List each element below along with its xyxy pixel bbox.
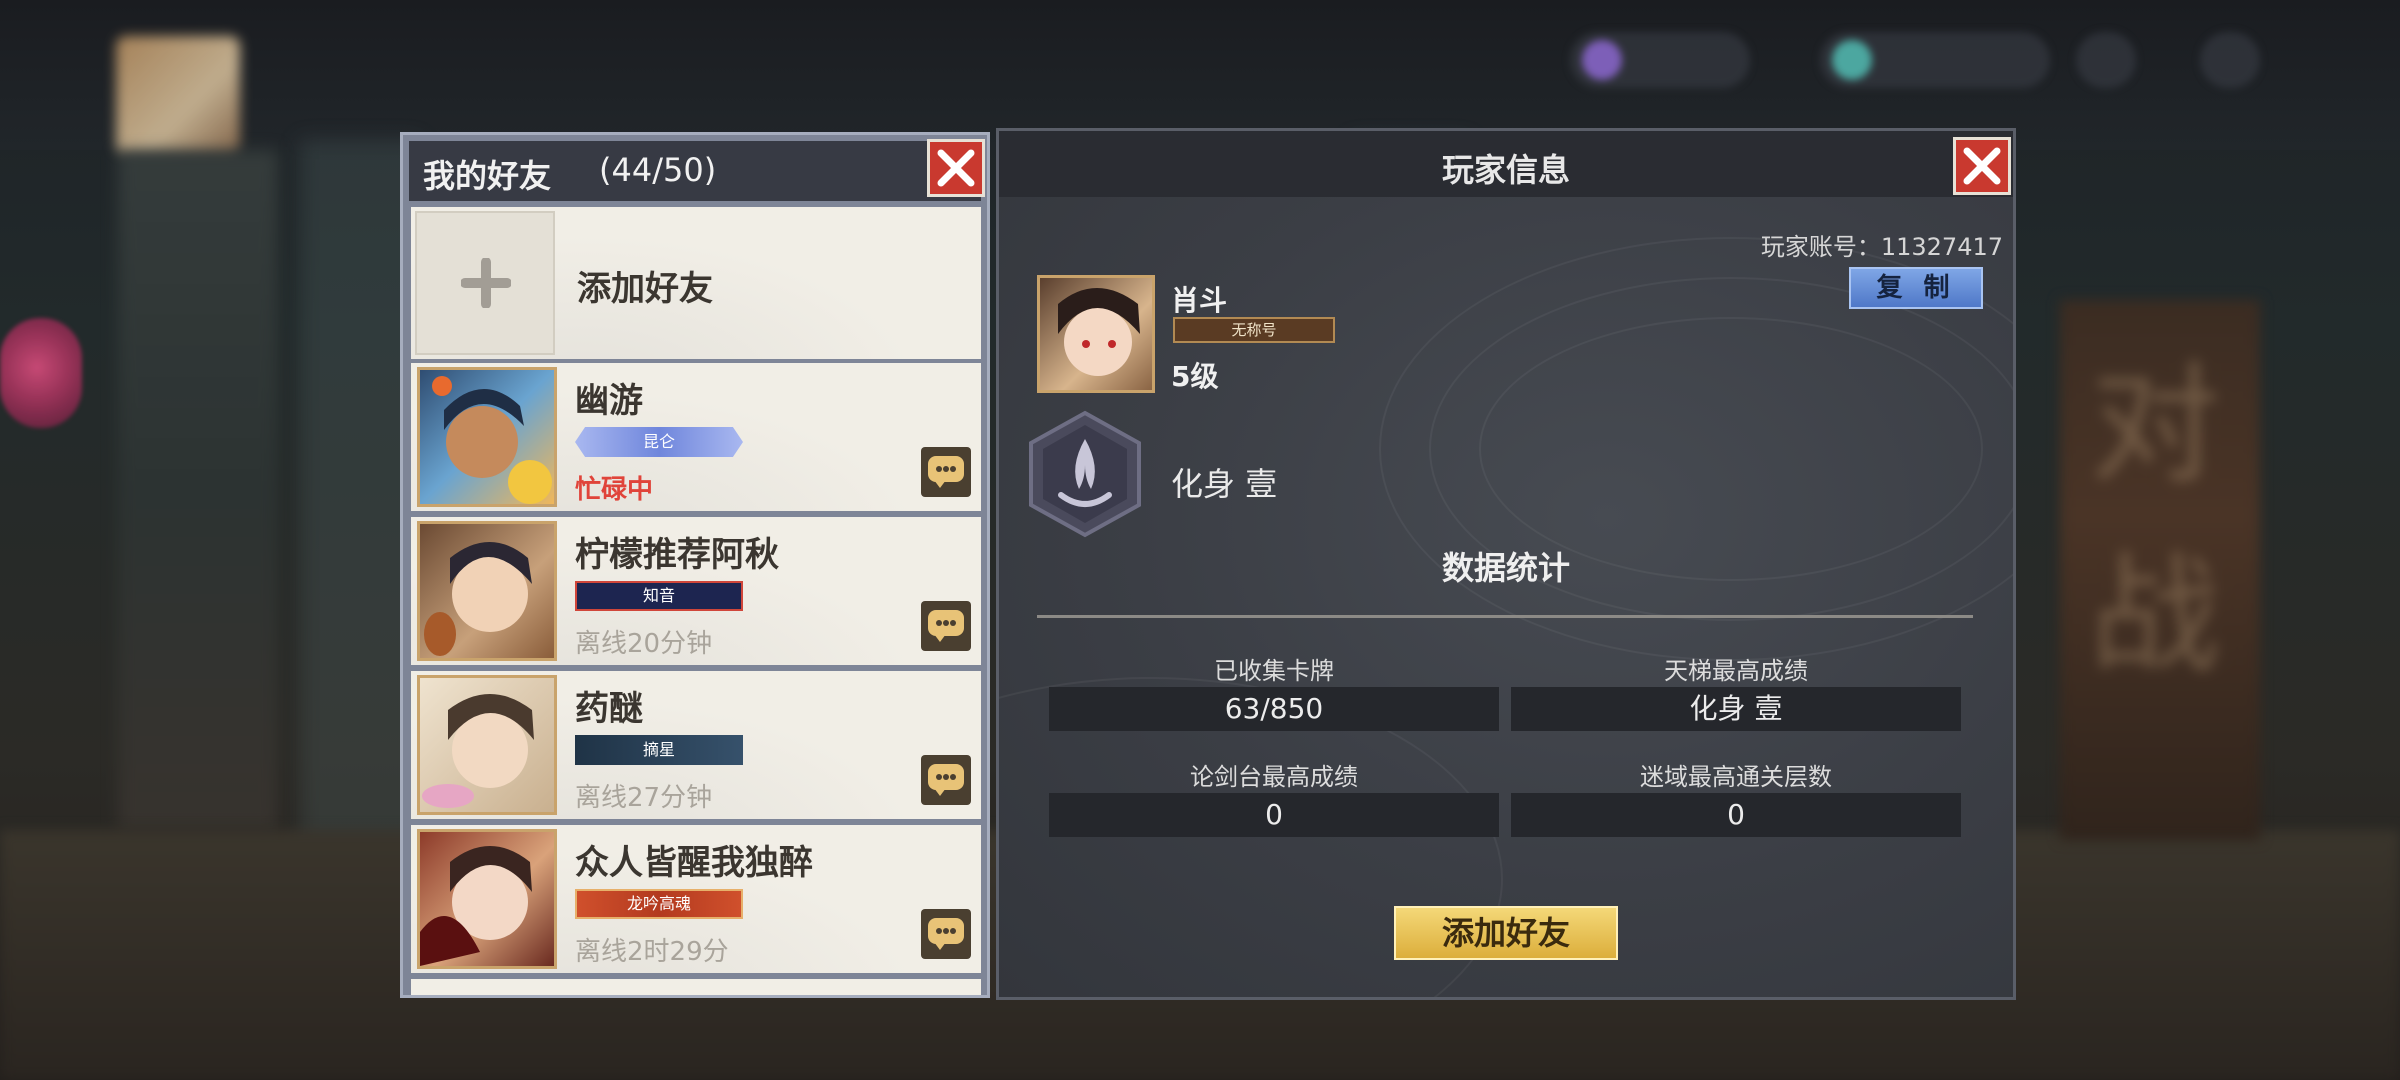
battle-banner-text: 对战 (2090, 349, 2221, 691)
friends-header: 我的好友 (44/50) (409, 141, 981, 201)
close-icon (1963, 147, 2001, 185)
portrait-icon (422, 694, 534, 808)
chat-button[interactable] (921, 755, 971, 805)
friend-title-badge: 知音 (575, 581, 743, 611)
background-resource-jade (1820, 32, 2050, 88)
rank-badge-icon (1029, 410, 1141, 538)
background-battle-banner: 对战 (2060, 300, 2260, 840)
player-avatar[interactable] (1037, 275, 1155, 393)
stat-label-maze: 迷域最高通关层数 (1640, 763, 1832, 791)
stat-value-arena: 0 (1049, 793, 1499, 837)
friend-list-item-partial (411, 979, 981, 995)
chat-button[interactable] (921, 601, 971, 651)
player-info-body: 玩家账号：11327417 复 制 肖斗 无称号 5级 化身 壹 数据统计 已收… (999, 197, 2013, 997)
player-info-close-button[interactable] (1953, 137, 2011, 195)
friend-title-badge: 摘星 (575, 735, 743, 765)
friend-status: 离线27分钟 (575, 783, 713, 813)
friends-count: (44/50) (599, 151, 717, 189)
background-settings-icon (2200, 32, 2260, 88)
stats-divider (1037, 615, 1973, 618)
friends-close-button[interactable] (927, 139, 985, 197)
friend-status: 忙碌中 (575, 475, 654, 505)
plus-icon (461, 258, 511, 308)
background-avatar (116, 36, 240, 154)
add-friend-button[interactable]: 添加好友 (1394, 906, 1618, 960)
background-mail-icon (2076, 32, 2136, 88)
friend-name: 药醚 (575, 689, 643, 729)
friend-list-item[interactable]: 柠檬推荐阿秋 知音 离线20分钟 (411, 517, 981, 665)
add-friend-tile[interactable] (415, 211, 555, 355)
chat-button[interactable] (921, 909, 971, 959)
background-left-menu (118, 150, 278, 830)
player-rank: 化身 壹 (1171, 465, 1278, 503)
background-resource-gem (1570, 32, 1750, 88)
friend-title-badge: 龙吟高魂 (575, 889, 743, 919)
stat-value-maze: 0 (1511, 793, 1961, 837)
friend-avatar[interactable] (417, 829, 557, 969)
friends-panel: 我的好友 (44/50) 添加好友 幽游 昆仑 忙碌中 柠檬推荐阿秋 知音 离线… (400, 132, 990, 998)
friend-status: 离线20分钟 (575, 629, 713, 659)
friend-list-item[interactable]: 众人皆醒我独醉 龙吟高魂 离线2时29分 (411, 825, 981, 973)
add-friend-row[interactable]: 添加好友 (411, 207, 981, 359)
copy-button[interactable]: 复 制 (1849, 267, 1983, 309)
account-id: 玩家账号：11327417 (1760, 233, 2003, 261)
friend-list-item[interactable]: 药醚 摘星 离线27分钟 (411, 671, 981, 819)
player-level: 5级 (1171, 360, 1219, 393)
chat-button[interactable] (921, 447, 971, 497)
close-icon (937, 149, 975, 187)
stat-label-cards: 已收集卡牌 (1214, 657, 1334, 685)
stat-label-arena: 论剑台最高成绩 (1190, 763, 1358, 791)
stat-label-ladder: 天梯最高成绩 (1664, 657, 1808, 685)
stat-value-cards: 63/850 (1049, 687, 1499, 731)
friends-title: 我的好友 (423, 157, 552, 195)
player-title-badge: 无称号 (1173, 317, 1335, 343)
portrait-icon (424, 542, 532, 656)
player-info-header: 玩家信息 (999, 131, 2013, 197)
friend-name: 柠檬推荐阿秋 (575, 535, 779, 575)
portrait-icon (1058, 288, 1140, 376)
player-info-panel: 玩家信息 玩家账号：11327417 复 制 肖斗 无称号 5级 化身 壹 数据… (996, 128, 2016, 1000)
friend-status: 离线2时29分 (575, 937, 729, 967)
friend-name: 幽游 (575, 381, 643, 421)
friend-list-item[interactable]: 幽游 昆仑 忙碌中 (411, 363, 981, 511)
friend-avatar[interactable] (417, 521, 557, 661)
portrait-icon (432, 376, 552, 504)
portrait-icon (420, 846, 532, 966)
player-name: 肖斗 (1171, 284, 1228, 317)
friend-avatar[interactable] (417, 675, 557, 815)
background-mascot-icon (0, 318, 82, 428)
friend-avatar[interactable] (417, 367, 557, 507)
friend-name: 众人皆醒我独醉 (575, 843, 813, 883)
stats-title: 数据统计 (1441, 549, 1570, 587)
stat-value-ladder: 化身 壹 (1511, 687, 1961, 731)
player-info-title: 玩家信息 (1441, 151, 1570, 189)
add-friend-label: 添加好友 (577, 269, 713, 309)
friend-title-badge: 昆仑 (575, 427, 743, 457)
